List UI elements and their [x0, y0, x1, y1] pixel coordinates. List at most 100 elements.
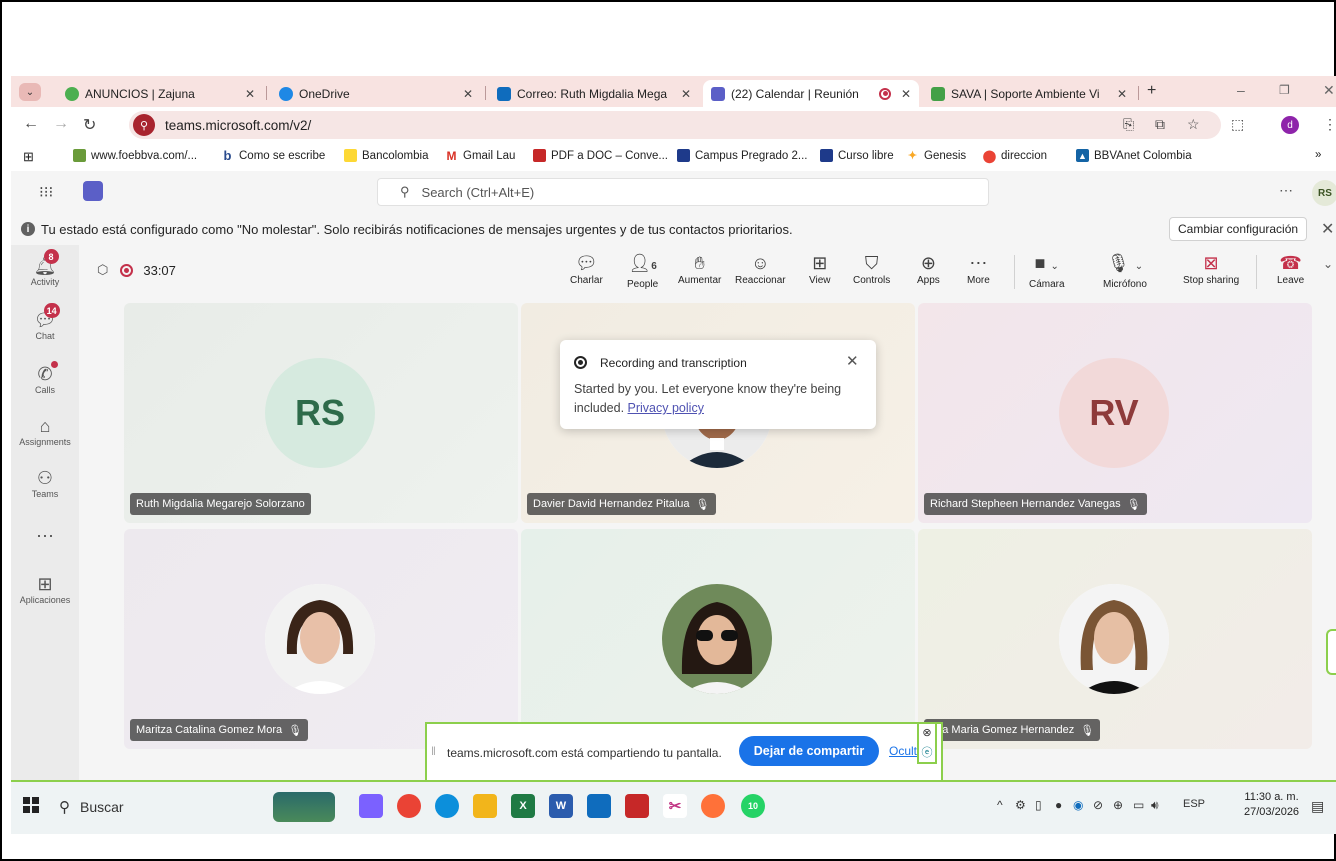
- chat-control-button[interactable]: 💬︎ Charlar: [570, 251, 603, 286]
- close-circle-icon[interactable]: ⊗: [922, 726, 931, 739]
- change-settings-button[interactable]: Cambiar configuración: [1169, 217, 1308, 241]
- camera-button[interactable]: ■ ⌄ Cámara: [1029, 251, 1065, 290]
- bookmark-campus[interactable]: Campus Pregrado 2...: [677, 149, 808, 162]
- input-language[interactable]: ESP: [1183, 798, 1205, 810]
- rail-item-teams[interactable]: ⚇ Teams: [11, 467, 79, 499]
- tray-network-icon[interactable]: ⊘: [1093, 798, 1103, 812]
- show-hidden-icons-chevron-icon[interactable]: ^: [997, 798, 1003, 812]
- widgets-landscape-icon[interactable]: [273, 792, 335, 822]
- controls-button[interactable]: ⛉ Controls: [853, 251, 890, 286]
- bookmark-genesis[interactable]: ✦ Genesis: [906, 149, 966, 162]
- tab-search-button[interactable]: ⌄: [19, 83, 41, 101]
- restore-icon[interactable]: ❐: [1279, 83, 1290, 97]
- participant-tile[interactable]: RV Richard Stepheen Hernandez Vanegas 🎙︎: [918, 303, 1312, 523]
- leave-options-chevron-icon[interactable]: ⌄: [1323, 257, 1333, 271]
- stop-sharing-button[interactable]: ⊠ Stop sharing: [1183, 251, 1239, 286]
- word-icon[interactable]: W: [549, 794, 573, 818]
- tab-calendar-active[interactable]: (22) Calendar | Reunión ✕: [703, 80, 919, 107]
- raise-hand-button[interactable]: ✋︎ Aumentar: [678, 251, 721, 286]
- bookmark-pdf-a-doc[interactable]: PDF a DOC – Conve...: [533, 149, 668, 162]
- bookmark-star-icon[interactable]: ☆: [1187, 116, 1200, 133]
- edge-icon[interactable]: [435, 794, 459, 818]
- forward-arrow-icon[interactable]: →: [53, 115, 69, 133]
- react-button[interactable]: ☺ Reaccionar: [735, 251, 786, 286]
- privacy-policy-link[interactable]: Privacy policy: [628, 401, 704, 415]
- snipping-tool-icon[interactable]: ✂: [663, 794, 687, 818]
- browser-menu-icon[interactable]: ⋮: [1323, 116, 1336, 133]
- more-button[interactable]: ⋯ More: [967, 251, 990, 286]
- apps-grid-icon[interactable]: ⊞: [23, 149, 34, 165]
- volume-icon[interactable]: 🔊︎: [1151, 798, 1159, 813]
- address-bar[interactable]: ⚲ teams.microsoft.com/v2/: [129, 111, 1221, 139]
- back-arrow-icon[interactable]: ←: [23, 115, 39, 133]
- app-launcher-icon[interactable]: ⁝⁝⁝: [39, 183, 53, 201]
- notifications-icon[interactable]: ▤: [1311, 798, 1324, 815]
- bookmark-como-se-escribe[interactable]: b Como se escribe: [221, 148, 325, 163]
- file-explorer-icon[interactable]: [473, 794, 497, 818]
- cast-icon[interactable]: ⧉: [1155, 116, 1165, 133]
- tab-anuncios[interactable]: ANUNCIOS | Zajuna ✕: [57, 80, 263, 107]
- edge-extension-widget[interactable]: [1326, 629, 1336, 675]
- edge-e-icon[interactable]: ⓔ: [922, 744, 933, 760]
- close-tab-icon[interactable]: ✕: [681, 87, 691, 101]
- tray-globe-icon[interactable]: ⊕: [1113, 798, 1123, 812]
- rail-item-calls[interactable]: ✆ Calls: [11, 361, 79, 395]
- profile-avatar[interactable]: d: [1281, 116, 1299, 134]
- excel-icon[interactable]: X: [511, 794, 535, 818]
- participant-tile[interactable]: ana Maria Gomez Hernandez 🎙︎: [918, 529, 1312, 749]
- close-tab-icon[interactable]: ✕: [463, 87, 473, 101]
- rail-item-aplicaciones[interactable]: ⊞ Aplicaciones: [11, 573, 79, 605]
- tray-device-icon[interactable]: ▯: [1035, 798, 1042, 812]
- taskbar-search[interactable]: ⚲ Buscar: [59, 791, 243, 823]
- system-clock[interactable]: 11:30 a. m. 27/03/2026: [1244, 790, 1299, 820]
- new-tab-plus-icon[interactable]: +: [1147, 82, 1156, 100]
- tab-correo[interactable]: Correo: Ruth Migdalia Mega ✕: [489, 80, 699, 107]
- tray-app-icon[interactable]: ⚙: [1015, 798, 1026, 812]
- translate-icon[interactable]: ⎘: [1123, 116, 1134, 133]
- participant-tile[interactable]: RS Ruth Migdalia Megarejo Solorzano: [124, 303, 518, 523]
- acrobat-icon[interactable]: [625, 794, 649, 818]
- chrome-icon[interactable]: [397, 794, 421, 818]
- hide-link[interactable]: Ocult: [889, 744, 917, 758]
- participant-tile[interactable]: [521, 529, 915, 749]
- close-tab-icon[interactable]: ✕: [901, 87, 911, 101]
- tray-mic-icon[interactable]: ●: [1055, 798, 1062, 812]
- extensions-icon[interactable]: ⬚: [1231, 116, 1244, 133]
- apps-button[interactable]: ⊕ Apps: [917, 251, 940, 286]
- rail-item-activity[interactable]: 🔔︎ 8 Activity: [11, 249, 79, 287]
- site-info-icon[interactable]: ⚲: [133, 114, 155, 136]
- search-input[interactable]: ⚲ Search (Ctrl+Alt+E): [377, 178, 989, 206]
- view-button[interactable]: ⊞ View: [809, 251, 831, 286]
- participant-tile[interactable]: Maritza Catalina Gomez Mora 🎙︎: [124, 529, 518, 749]
- close-tab-icon[interactable]: ✕: [245, 87, 255, 101]
- bookmark-foebbva[interactable]: www.foebbva.com/...: [73, 149, 197, 162]
- battery-icon[interactable]: ▭: [1133, 798, 1144, 812]
- bookmark-curso-libre[interactable]: Curso libre: [820, 149, 894, 162]
- close-banner-icon[interactable]: ✕: [1321, 219, 1334, 239]
- user-avatar[interactable]: RS: [1312, 180, 1336, 206]
- minimize-icon[interactable]: –: [1237, 82, 1245, 98]
- bookmark-direccion[interactable]: ⬤ direccion: [983, 149, 1047, 163]
- leave-button[interactable]: ☎ Leave: [1277, 251, 1304, 286]
- whatsapp-icon[interactable]: 10: [741, 794, 765, 818]
- popup-close-icon[interactable]: ✕: [846, 352, 859, 370]
- more-options-icon[interactable]: ⋯: [1279, 182, 1293, 199]
- tray-shield-icon[interactable]: ◉: [1073, 798, 1083, 812]
- rail-item-chat[interactable]: 💬︎ 14 Chat: [11, 303, 79, 341]
- drag-handle-icon[interactable]: ‖: [431, 744, 436, 758]
- windows-start-icon[interactable]: [23, 797, 39, 813]
- bookmark-bbvanet[interactable]: ▲ BBVAnet Colombia: [1076, 149, 1192, 162]
- people-control-button[interactable]: 👤︎6 People: [627, 251, 658, 290]
- stop-sharing-pill-button[interactable]: Dejar de compartir: [739, 736, 879, 766]
- reload-icon[interactable]: ↻: [83, 115, 96, 135]
- firefox-icon[interactable]: [701, 794, 725, 818]
- more-bookmarks-icon[interactable]: »: [1315, 149, 1321, 161]
- bookmark-gmail[interactable]: M Gmail Lau: [445, 149, 515, 163]
- copilot-icon[interactable]: [359, 794, 383, 818]
- close-tab-icon[interactable]: ✕: [1117, 87, 1127, 101]
- bookmark-bancolombia[interactable]: Bancolombia: [344, 149, 428, 162]
- microphone-button[interactable]: 🎙︎ ⌄ Micrófono: [1103, 251, 1147, 290]
- rail-more-apps[interactable]: ⋯: [11, 525, 79, 547]
- tab-sava[interactable]: SAVA | Soporte Ambiente Vi ✕: [923, 80, 1135, 107]
- tab-onedrive[interactable]: OneDrive ✕: [271, 80, 481, 107]
